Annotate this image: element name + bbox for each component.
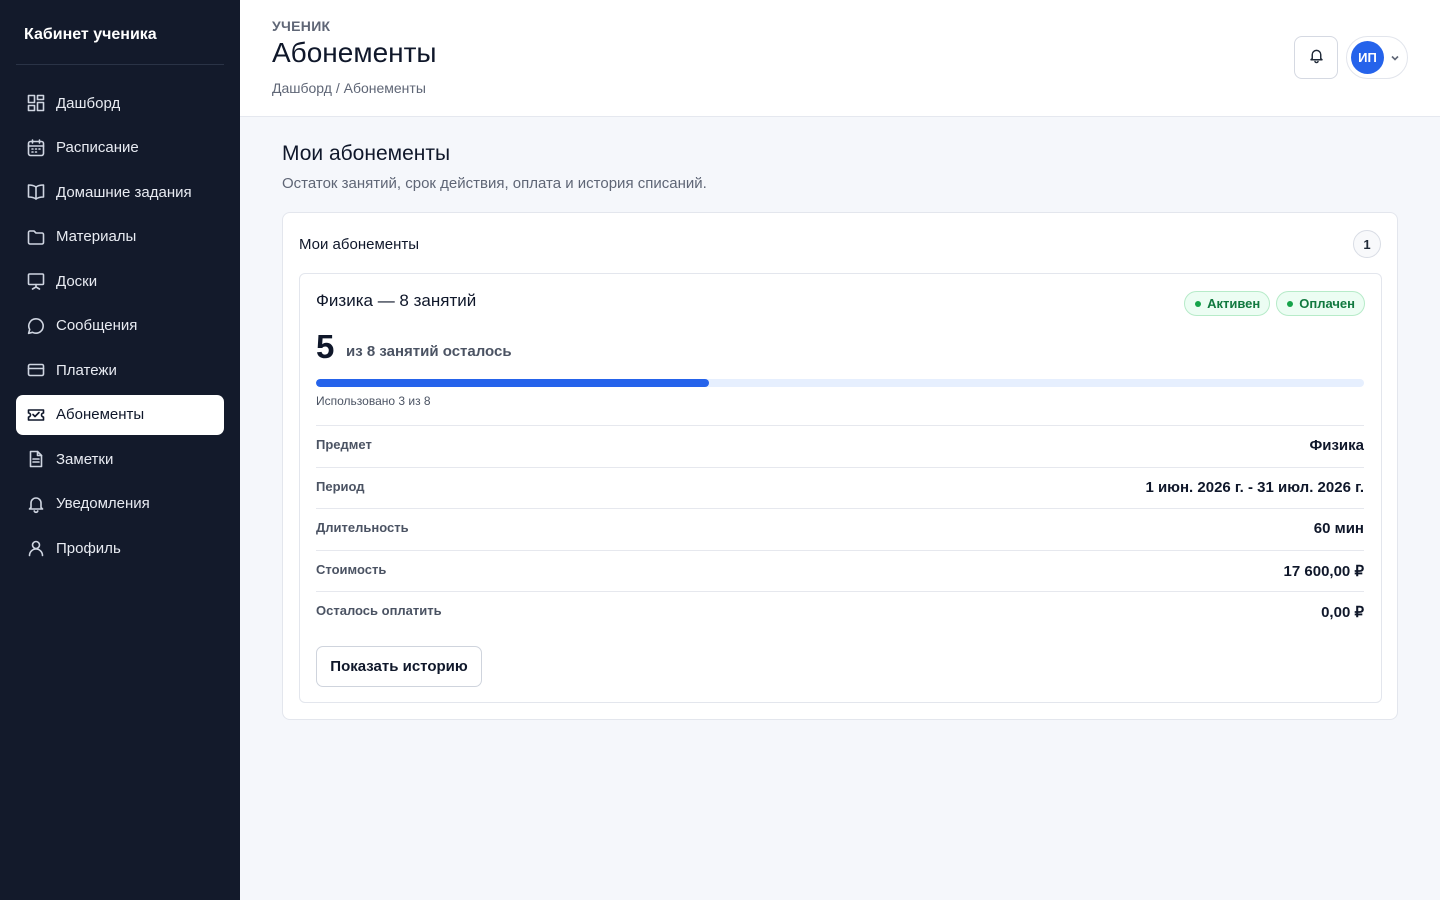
remaining-count: 5 xyxy=(316,328,335,365)
chevron-down-icon xyxy=(1391,55,1399,61)
usage-progress-fill xyxy=(316,379,709,387)
detail-key: Длительность xyxy=(316,520,409,535)
brand-title: Кабинет ученика xyxy=(24,26,157,43)
divider xyxy=(16,64,224,65)
subscription-details: Предмет Физика Период 1 июн. 2026 г. - 3… xyxy=(316,425,1364,633)
status-label: Оплачен xyxy=(1299,296,1355,311)
sidebar-item-subscriptions[interactable]: Абонементы xyxy=(16,394,224,435)
sidebar-nav: Дашборд Расписание Домашние задания Мате… xyxy=(16,83,224,573)
sidebar-item-label: Профиль xyxy=(56,539,121,557)
detail-value: 0,00 ₽ xyxy=(1321,604,1364,621)
ticket-icon xyxy=(26,405,46,425)
card-title: Мои абонементы xyxy=(299,236,420,253)
message-icon xyxy=(26,316,46,336)
sidebar-item-label: Дашборд xyxy=(56,94,121,112)
status-dot xyxy=(1287,300,1294,307)
status-badges: Активен Оплачен xyxy=(1184,291,1365,316)
detail-value: 17 600,00 ₽ xyxy=(1283,562,1364,580)
sidebar-item-materials[interactable]: Материалы xyxy=(16,217,224,257)
sidebar-item-label: Заметки xyxy=(56,450,114,468)
notifications-button[interactable] xyxy=(1294,36,1338,79)
bell-icon xyxy=(1308,47,1325,69)
sidebar-item-label: Уведомления xyxy=(56,495,150,512)
sidebar-item-profile[interactable]: Профиль xyxy=(16,528,224,568)
detail-value: Физика xyxy=(1309,437,1364,454)
section-title: Мои абонементы xyxy=(282,142,451,165)
usage-progress-bar xyxy=(316,379,1364,387)
folder-icon xyxy=(26,227,46,247)
detail-key: Стоимость xyxy=(316,561,387,577)
sidebar-item-label: Доски xyxy=(56,272,98,290)
credit-card-icon xyxy=(26,360,46,380)
note-icon xyxy=(26,449,46,469)
avatar: ИП xyxy=(1351,41,1384,74)
status-dot xyxy=(1195,300,1202,307)
sidebar-item-payments[interactable]: Платежи xyxy=(16,350,224,390)
status-label: Активен xyxy=(1207,296,1261,311)
page-header: УЧЕНИК Абонементы Дашборд / Абонементы И… xyxy=(240,0,1440,117)
detail-key: Предмет xyxy=(316,437,372,452)
sidebar-item-boards[interactable]: Доски xyxy=(16,261,224,301)
page-title: Абонементы xyxy=(272,37,437,68)
status-badge-active: Активен xyxy=(1184,291,1271,316)
role-eyebrow: УЧЕНИК xyxy=(272,18,331,34)
subscription-item: Физика — 8 занятий Активен Оплачен 5 из … xyxy=(299,273,1382,703)
detail-row: Период 1 июн. 2026 г. - 31 июл. 2026 г. xyxy=(316,466,1364,509)
bell-icon xyxy=(26,494,46,514)
detail-key: Осталось оплатить xyxy=(316,603,442,618)
user-icon xyxy=(26,538,46,558)
remaining-label: из 8 занятий осталось xyxy=(346,343,512,360)
calendar-icon xyxy=(26,138,46,158)
sidebar-item-label: Абонементы xyxy=(56,406,145,423)
sidebar-item-notifications[interactable]: Уведомления xyxy=(16,484,224,524)
sidebar-item-label: Сообщения xyxy=(56,317,138,334)
sidebar-item-label: Материалы xyxy=(56,228,137,245)
count-badge: 1 xyxy=(1353,230,1381,258)
detail-value: 1 июн. 2026 г. - 31 июл. 2026 г. xyxy=(1145,478,1364,496)
detail-row: Длительность 60 мин xyxy=(316,508,1364,550)
subscriptions-card: Мои абонементы 1 Физика — 8 занятий Акти… xyxy=(282,212,1398,720)
breadcrumb: Дашборд / Абонементы xyxy=(272,80,426,96)
sidebar-item-dashboard[interactable]: Дашборд xyxy=(16,83,224,123)
user-menu-button[interactable]: ИП xyxy=(1346,36,1408,79)
sidebar-item-label: Домашние задания xyxy=(56,183,192,201)
detail-value: 60 мин xyxy=(1313,520,1364,537)
section-subtitle: Остаток занятий, срок действия, оплата и… xyxy=(282,175,707,192)
detail-row: Стоимость 17 600,00 ₽ xyxy=(316,549,1364,592)
detail-key: Период xyxy=(316,478,365,494)
sidebar-item-homework[interactable]: Домашние задания xyxy=(16,172,224,212)
show-history-button[interactable]: Показать историю xyxy=(316,646,482,687)
book-open-icon xyxy=(26,182,46,202)
sidebar-item-notes[interactable]: Заметки xyxy=(16,439,224,479)
sidebar-item-label: Расписание xyxy=(56,139,139,156)
whiteboard-icon xyxy=(26,271,46,291)
status-badge-paid: Оплачен xyxy=(1276,291,1365,316)
dashboard-icon xyxy=(26,93,46,113)
usage-caption: Использовано 3 из 8 xyxy=(316,394,431,408)
sidebar: Кабинет ученика Дашборд Расписание Домаш… xyxy=(0,0,240,900)
subscription-title: Физика — 8 занятий xyxy=(316,291,477,310)
sidebar-item-label: Платежи xyxy=(56,361,117,379)
detail-row: Осталось оплатить 0,00 ₽ xyxy=(316,591,1364,633)
sidebar-item-schedule[interactable]: Расписание xyxy=(16,128,224,168)
sidebar-item-messages[interactable]: Сообщения xyxy=(16,306,224,346)
detail-row: Предмет Физика xyxy=(316,425,1364,467)
